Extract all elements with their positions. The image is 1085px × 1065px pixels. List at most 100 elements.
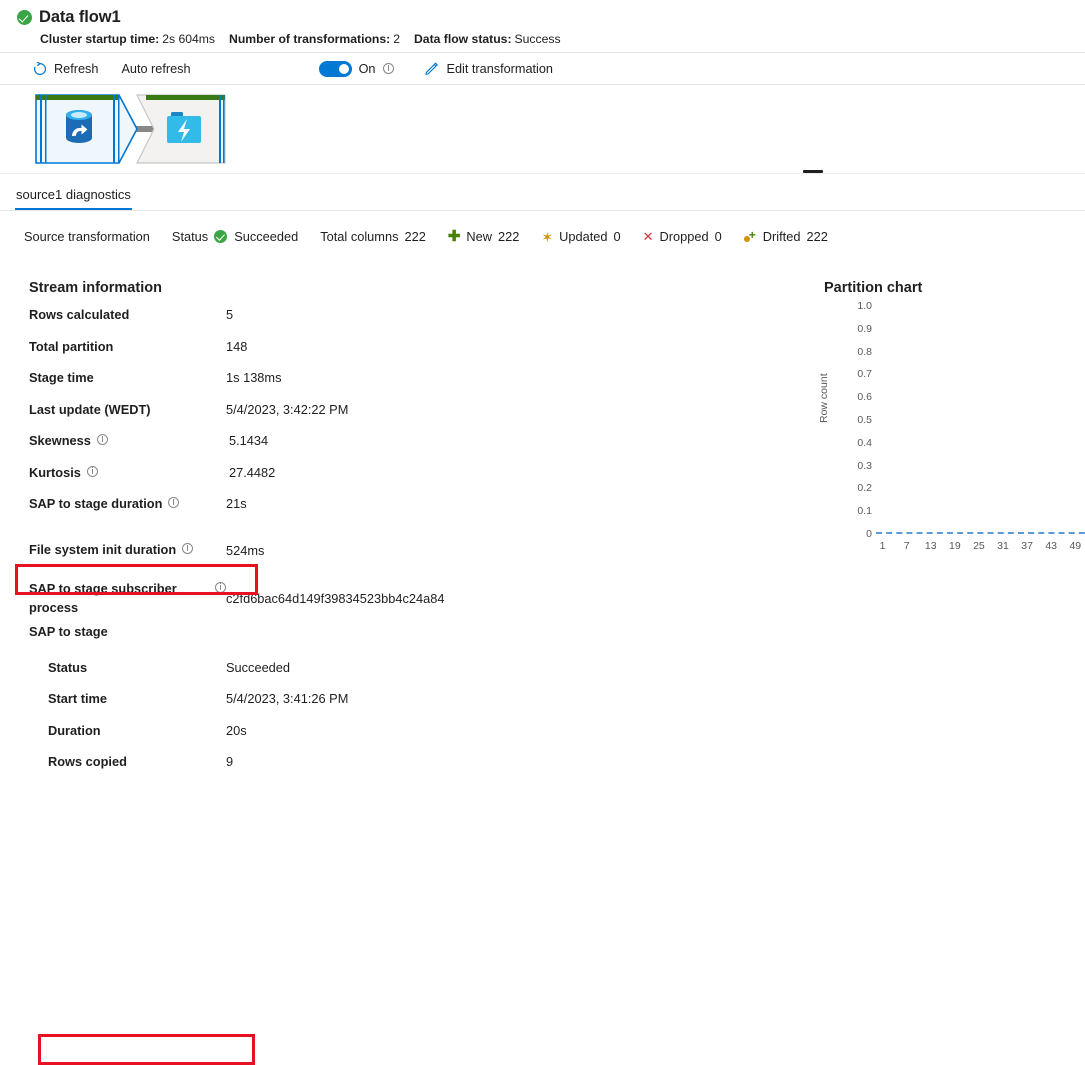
row-key: SAP to stage duration bbox=[29, 495, 226, 514]
summary-status-value: Succeeded bbox=[234, 229, 298, 244]
pencil-icon bbox=[424, 61, 439, 76]
graph-divider bbox=[0, 173, 1085, 174]
y-tick: 0 bbox=[866, 528, 872, 540]
row-key: SAP to stage bbox=[29, 623, 226, 642]
meta-number-of-transformations: Number of transformations:2 bbox=[229, 32, 400, 46]
row-sap-to-stage-subscriber-process: SAP to stage subscriber process c2fd6bac… bbox=[29, 575, 499, 623]
info-icon[interactable] bbox=[215, 582, 226, 593]
info-icon[interactable] bbox=[87, 466, 98, 477]
edit-transformation-button[interactable]: Edit transformation bbox=[424, 61, 553, 76]
row-total-partition: Total partition 148 bbox=[29, 338, 499, 370]
y-tick: 0.1 bbox=[857, 505, 872, 517]
row-value: 1s 138ms bbox=[226, 370, 281, 385]
updated-star-icon: ✶ bbox=[541, 230, 553, 244]
x-tick: 37 bbox=[1021, 540, 1033, 552]
info-icon[interactable] bbox=[97, 434, 108, 445]
auto-refresh-toggle-group: On bbox=[319, 61, 394, 77]
chart-x-ticks: 1 7 13 19 25 31 37 43 49 bbox=[876, 540, 1085, 556]
row-key: Duration bbox=[29, 722, 226, 741]
auto-refresh-toggle[interactable] bbox=[319, 61, 352, 77]
row-kurtosis: Kurtosis 27.4482 bbox=[29, 464, 499, 496]
info-icon[interactable] bbox=[182, 543, 193, 554]
row-value: 5 bbox=[226, 307, 233, 322]
meta-label: Data flow status: bbox=[414, 32, 512, 46]
meta-cluster-startup-time: Cluster startup time:2s 604ms bbox=[40, 32, 215, 46]
page-header: Data flow1 Cluster startup time:2s 604ms… bbox=[0, 0, 1085, 52]
row-file-system-init-duration: File system init duration 524ms bbox=[29, 527, 499, 575]
row-key: Status bbox=[29, 659, 226, 678]
row-key-text: Skewness bbox=[29, 432, 91, 451]
refresh-button[interactable]: Refresh bbox=[33, 62, 98, 76]
stat-label: New bbox=[466, 229, 492, 244]
row-value: 148 bbox=[226, 339, 247, 354]
meta-label: Number of transformations: bbox=[229, 32, 390, 46]
info-icon[interactable] bbox=[383, 63, 394, 74]
row-key: File system init duration bbox=[29, 541, 226, 560]
y-tick: 0.2 bbox=[857, 482, 872, 494]
row-key: Start time bbox=[29, 690, 226, 709]
highlight-box-rows-copied bbox=[38, 1034, 255, 1065]
toggle-state-label: On bbox=[359, 62, 376, 76]
meta-value: 2 bbox=[393, 32, 400, 46]
stat-label: Dropped bbox=[660, 229, 709, 244]
summary-stat-updated: ✶ Updated 0 bbox=[541, 229, 620, 244]
row-key: Skewness bbox=[29, 432, 226, 451]
row-value: 9 bbox=[226, 754, 233, 769]
auto-refresh-label[interactable]: Auto refresh bbox=[121, 62, 190, 76]
row-last-update: Last update (WEDT) 5/4/2023, 3:42:22 PM bbox=[29, 401, 499, 433]
row-duration: Duration 20s bbox=[29, 722, 499, 754]
y-tick: 0.3 bbox=[857, 460, 872, 472]
row-key: Rows calculated bbox=[29, 306, 226, 325]
dropped-cross-icon: ✕ bbox=[643, 230, 654, 243]
summary-status-label: Status bbox=[172, 229, 208, 244]
row-start-time: Start time 5/4/2023, 3:41:26 PM bbox=[29, 690, 499, 722]
page-title: Data flow1 bbox=[39, 8, 121, 27]
row-count-series-line bbox=[876, 532, 1085, 534]
stat-value: 0 bbox=[614, 229, 621, 244]
row-rows-calculated: Rows calculated 5 bbox=[29, 306, 499, 338]
row-value: 5.1434 bbox=[226, 433, 268, 448]
row-value: 5/4/2023, 3:42:22 PM bbox=[226, 402, 348, 417]
row-key-text: SAP to stage duration bbox=[29, 495, 162, 514]
x-tick: 13 bbox=[925, 540, 937, 552]
row-value: 524ms bbox=[226, 543, 264, 558]
row-key: Last update (WEDT) bbox=[29, 401, 226, 420]
x-tick: 31 bbox=[997, 540, 1009, 552]
meta-value: 2s 604ms bbox=[162, 32, 215, 46]
row-key-text: File system init duration bbox=[29, 541, 176, 560]
tab-source1-diagnostics[interactable]: source1 diagnostics bbox=[15, 187, 132, 210]
dataflow-graph bbox=[0, 85, 1085, 173]
collapse-panel-handle[interactable] bbox=[803, 170, 823, 173]
row-sap-to-stage-duration: SAP to stage duration 21s bbox=[29, 495, 499, 527]
graph-nodes bbox=[33, 92, 228, 172]
success-check-icon bbox=[17, 10, 32, 25]
summary-stat-drifted: + Drifted 222 bbox=[744, 229, 828, 244]
row-key-text: SAP to stage subscriber process bbox=[29, 580, 209, 617]
total-columns-value: 222 bbox=[404, 229, 425, 244]
row-value: 27.4482 bbox=[226, 465, 275, 480]
y-tick: 0.8 bbox=[857, 346, 872, 358]
row-value: Succeeded bbox=[226, 660, 290, 675]
stat-label: Updated bbox=[559, 229, 607, 244]
row-key: Total partition bbox=[29, 338, 226, 357]
row-skewness: Skewness 5.1434 bbox=[29, 432, 499, 464]
y-tick: 0.4 bbox=[857, 437, 872, 449]
x-tick: 43 bbox=[1045, 540, 1057, 552]
row-value: 5/4/2023, 3:41:26 PM bbox=[226, 691, 348, 706]
stream-information-title: Stream information bbox=[29, 280, 162, 296]
row-key: Stage time bbox=[29, 369, 226, 388]
summary-stat-new: ✚ New 222 bbox=[448, 229, 520, 244]
drifted-icon: + bbox=[744, 230, 758, 243]
stat-value: 0 bbox=[715, 229, 722, 244]
stat-label: Drifted bbox=[763, 229, 801, 244]
y-tick: 0.5 bbox=[857, 414, 872, 426]
edit-transformation-label: Edit transformation bbox=[447, 62, 553, 76]
chart-plot-area bbox=[876, 306, 1085, 534]
row-stage-time: Stage time 1s 138ms bbox=[29, 369, 499, 401]
partition-chart-title: Partition chart bbox=[824, 280, 922, 296]
info-icon[interactable] bbox=[168, 497, 179, 508]
y-tick: 0.6 bbox=[857, 391, 872, 403]
tab-strip: source1 diagnostics bbox=[0, 173, 1085, 211]
chart-y-ticks: 1.0 0.9 0.8 0.7 0.6 0.5 0.4 0.3 0.2 0.1 … bbox=[842, 306, 872, 534]
title-row: Data flow1 bbox=[0, 8, 1085, 27]
